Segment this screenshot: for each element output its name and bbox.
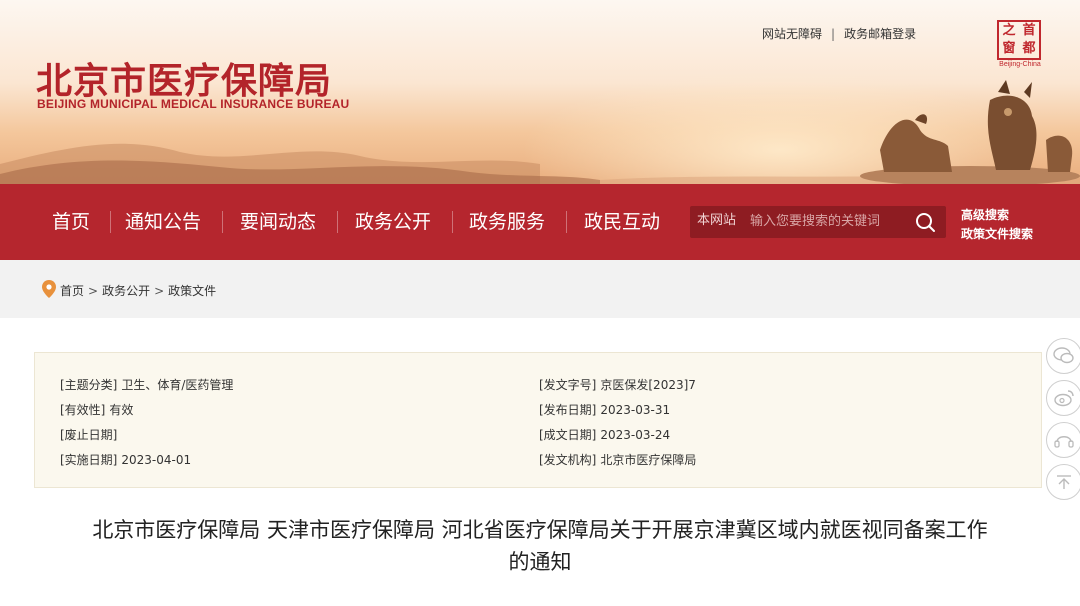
weibo-icon bbox=[1054, 390, 1074, 407]
wechat-share-button[interactable] bbox=[1046, 338, 1080, 374]
weibo-share-button[interactable] bbox=[1046, 380, 1080, 416]
nav-divider bbox=[566, 211, 567, 233]
location-pin-icon bbox=[42, 280, 56, 301]
document-title-line: 北京市医疗保障局 天津市医疗保障局 河北省医疗保障局关于开展京津冀区域内就医视同… bbox=[92, 518, 988, 542]
seal-char: 之 bbox=[1002, 23, 1016, 38]
document-title-line: 的通知 bbox=[508, 550, 572, 574]
seal-char: 窗 bbox=[1002, 41, 1016, 56]
nav-item-notices[interactable]: 通知公告 bbox=[125, 184, 201, 260]
meta-effective-date: [实施日期] 2023-04-01 bbox=[60, 453, 192, 467]
nav-item-gov-affairs-open[interactable]: 政务公开 bbox=[355, 184, 431, 260]
top-links-separator: | bbox=[831, 27, 836, 41]
meta-drafted-date: [成文日期] 2023-03-24 bbox=[539, 428, 671, 442]
meta-subject-category: [主题分类] 卫生、体育/医药管理 bbox=[60, 378, 234, 392]
site-search: 本网站 bbox=[690, 206, 946, 238]
breadcrumb: 首页 > 政务公开 > 政策文件 bbox=[42, 280, 216, 301]
gov-email-login-link[interactable]: 政务邮箱登录 bbox=[844, 25, 916, 42]
top-links: 网站无障碍 | 政务邮箱登录 bbox=[762, 25, 916, 42]
site-title-english: BEIJING MUNICIPAL MEDICAL INSURANCE BURE… bbox=[37, 97, 350, 111]
nav-item-gov-services[interactable]: 政务服务 bbox=[469, 184, 545, 260]
search-input[interactable] bbox=[750, 210, 900, 232]
nav-divider bbox=[337, 211, 338, 233]
advanced-search-links: 高级搜索 政策文件搜索 bbox=[961, 206, 1033, 244]
meta-validity: [有效性] 有效 bbox=[60, 403, 134, 417]
breadcrumb-bar: 首页 > 政务公开 > 政策文件 bbox=[0, 260, 1080, 318]
seal-box: 之 首 窗 都 bbox=[997, 20, 1041, 60]
nav-item-interaction[interactable]: 政民互动 bbox=[584, 184, 660, 260]
nav-divider bbox=[452, 211, 453, 233]
bronze-sculpture-image bbox=[860, 80, 1080, 184]
document-metadata-panel: [主题分类] 卫生、体育/医药管理 [有效性] 有效 [废止日期] [实施日期] 20… bbox=[34, 352, 1042, 488]
meta-document-number: [发文字号] 京医保发[2023]7 bbox=[539, 378, 696, 392]
seal-caption: Beijing-China bbox=[999, 61, 1041, 68]
nav-item-news[interactable]: 要闻动态 bbox=[240, 184, 316, 260]
nav-divider bbox=[110, 211, 111, 233]
breadcrumb-separator: > bbox=[88, 283, 99, 298]
header-banner: 北京市医疗保障局 BEIJING MUNICIPAL MEDICAL INSUR… bbox=[0, 0, 1080, 184]
wechat-icon bbox=[1053, 347, 1074, 364]
search-scope-select[interactable]: 本网站 bbox=[697, 206, 736, 236]
breadcrumb-home[interactable]: 首页 bbox=[60, 282, 84, 299]
document-title: 北京市医疗保障局 天津市医疗保障局 河北省医疗保障局关于开展京津冀区域内就医视同… bbox=[0, 514, 1080, 578]
nav-item-home[interactable]: 首页 bbox=[52, 184, 90, 260]
breadcrumb-separator: > bbox=[154, 283, 165, 298]
customer-service-button[interactable] bbox=[1046, 422, 1080, 458]
meta-repeal-date: [废止日期] bbox=[60, 428, 118, 442]
breadcrumb-policy-docs[interactable]: 政策文件 bbox=[168, 282, 216, 299]
search-icon[interactable] bbox=[912, 210, 938, 234]
capital-window-logo[interactable]: 之 首 窗 都 Beijing-China bbox=[997, 20, 1043, 68]
meta-publish-date: [发布日期] 2023-03-31 bbox=[539, 403, 671, 417]
headset-icon bbox=[1054, 436, 1074, 448]
meta-issuing-agency: [发文机构] 北京市医疗保障局 bbox=[539, 453, 697, 467]
accessibility-link[interactable]: 网站无障碍 bbox=[762, 25, 822, 42]
back-to-top-button[interactable] bbox=[1046, 464, 1080, 500]
seal-char: 都 bbox=[1022, 41, 1036, 56]
breadcrumb-gov-affairs-open[interactable]: 政务公开 bbox=[102, 282, 150, 299]
policy-doc-search-link[interactable]: 政策文件搜索 bbox=[961, 225, 1033, 244]
nav-divider bbox=[222, 211, 223, 233]
back-to-top-icon bbox=[1057, 475, 1071, 489]
seal-char: 首 bbox=[1022, 23, 1036, 38]
advanced-search-link[interactable]: 高级搜索 bbox=[961, 206, 1033, 225]
